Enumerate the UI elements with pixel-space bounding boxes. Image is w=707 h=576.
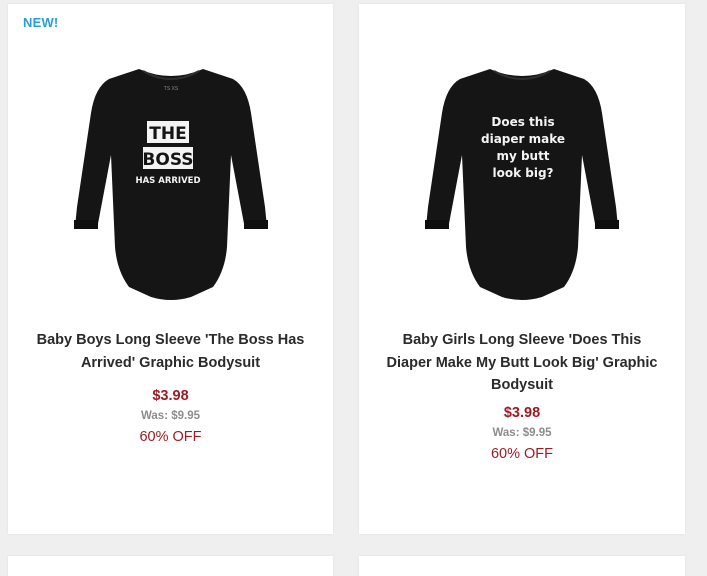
was-price: Was: $9.95 — [140, 410, 201, 422]
product-image[interactable]: TS XS THE BOSS HAS ARRIVED — [41, 57, 301, 307]
right-cuff — [595, 220, 619, 229]
sale-price: $3.98 — [152, 388, 189, 404]
product-card[interactable]: NEW! TS XS THE BOSS HAS ARRIVED Baby Boy… — [8, 4, 333, 534]
product-card-partial[interactable] — [8, 556, 333, 576]
bodysuit-image: Does this diaper make my butt look big? — [425, 69, 619, 300]
graphic-line-3: my butt — [496, 149, 549, 163]
was-price: Was: $9.95 — [492, 427, 552, 439]
left-cuff — [73, 220, 98, 229]
price-block: $3.98 Was: $9.95 60% OFF — [359, 403, 685, 464]
graphic-line-has-arrived: HAS ARRIVED — [135, 176, 200, 186]
left-cuff — [425, 220, 449, 229]
discount-label: 60% OFF — [139, 429, 202, 445]
graphic-line-1: Does this — [491, 115, 554, 129]
product-card[interactable]: Does this diaper make my butt look big? … — [359, 4, 685, 534]
neck-tag: TS XS — [163, 86, 178, 92]
sale-price: $3.98 — [503, 405, 541, 421]
graphic-line-4: look big? — [492, 166, 553, 180]
bodysuit-image: TS XS THE BOSS HAS ARRIVED — [73, 69, 268, 300]
right-cuff — [243, 220, 268, 229]
product-image[interactable]: Does this diaper make my butt look big? — [392, 57, 652, 307]
new-badge: NEW! — [23, 15, 59, 30]
graphic-line-2: diaper make — [481, 132, 565, 146]
graphic-line-boss: BOSS — [142, 150, 193, 170]
product-title[interactable]: Baby Girls Long Sleeve 'Does This Diaper… — [379, 329, 665, 397]
discount-label: 60% OFF — [490, 446, 554, 462]
graphic-line-the: THE — [149, 124, 186, 144]
product-title[interactable]: Baby Boys Long Sleeve 'The Boss Has Arri… — [28, 329, 313, 374]
product-card-partial[interactable] — [359, 556, 685, 576]
bodysuit-shape — [426, 69, 618, 300]
price-block: $3.98 Was: $9.95 60% OFF — [8, 386, 333, 447]
